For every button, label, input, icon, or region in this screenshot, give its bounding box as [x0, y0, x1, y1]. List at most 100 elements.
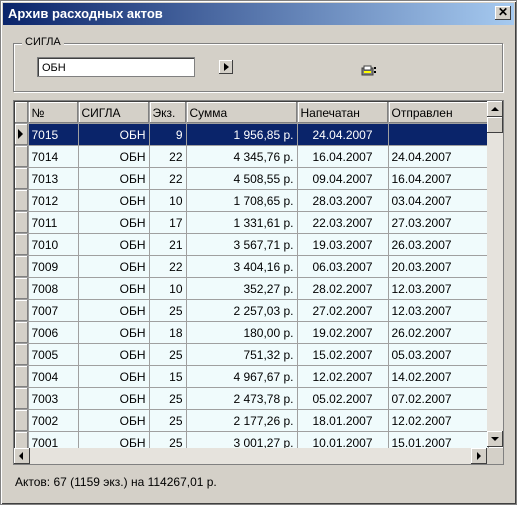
- cell-printed[interactable]: 16.04.2007: [297, 145, 389, 168]
- cell-copies[interactable]: 9: [149, 123, 187, 146]
- cell-sent[interactable]: [388, 123, 489, 146]
- scroll-right-button[interactable]: [471, 448, 487, 464]
- cell-printed[interactable]: 28.02.2007: [297, 277, 389, 300]
- cell-sum[interactable]: 4 967,67 р.: [186, 365, 298, 388]
- cell-sent[interactable]: 14.02.2007: [388, 365, 489, 388]
- row-indicator[interactable]: [15, 189, 29, 212]
- cell-printed[interactable]: 28.03.2007: [297, 189, 389, 212]
- cell-printed[interactable]: 18.01.2007: [297, 409, 389, 432]
- cell-copies[interactable]: 15: [149, 365, 187, 388]
- cell-number[interactable]: 7005: [28, 343, 79, 366]
- row-indicator[interactable]: [15, 409, 29, 432]
- scroll-thumb[interactable]: [487, 117, 503, 133]
- cell-sum[interactable]: 2 257,03 р.: [186, 299, 298, 322]
- cell-sigla[interactable]: ОБН: [78, 145, 150, 168]
- cell-number[interactable]: 7014: [28, 145, 79, 168]
- table-row[interactable]: 7009 ОБН 22 3 404,16 р. 06.03.2007 20.03.2007: [15, 255, 489, 278]
- cell-copies[interactable]: 22: [149, 145, 187, 168]
- row-indicator[interactable]: [15, 123, 29, 146]
- cell-sum[interactable]: 3 567,71 р.: [186, 233, 298, 256]
- horizontal-scrollbar[interactable]: [14, 448, 487, 464]
- cell-printed[interactable]: 09.04.2007: [297, 167, 389, 190]
- row-indicator[interactable]: [15, 211, 29, 234]
- scroll-up-button[interactable]: [487, 101, 503, 117]
- cell-copies[interactable]: 25: [149, 387, 187, 410]
- cell-copies[interactable]: 25: [149, 409, 187, 432]
- cell-number[interactable]: 7002: [28, 409, 79, 432]
- cell-sum[interactable]: 352,27 р.: [186, 277, 298, 300]
- row-indicator[interactable]: [15, 233, 29, 256]
- table-row[interactable]: 7013 ОБН 22 4 508,55 р. 09.04.2007 16.04.2007: [15, 167, 489, 190]
- cell-sigla[interactable]: ОБН: [78, 123, 150, 146]
- cell-sigla[interactable]: ОБН: [78, 343, 150, 366]
- cell-sent[interactable]: 12.03.2007: [388, 299, 489, 322]
- cell-sigla[interactable]: ОБН: [78, 365, 150, 388]
- table-row[interactable]: 7006 ОБН 18 180,00 р. 19.02.2007 26.02.2007: [15, 321, 489, 344]
- cell-sent[interactable]: 16.04.2007: [388, 167, 489, 190]
- table-row[interactable]: 7007 ОБН 25 2 257,03 р. 27.02.2007 12.03.2007: [15, 299, 489, 322]
- cell-sum[interactable]: 3 404,16 р.: [186, 255, 298, 278]
- row-indicator[interactable]: [15, 299, 29, 322]
- row-indicator[interactable]: [15, 387, 29, 410]
- cell-printed[interactable]: 22.03.2007: [297, 211, 389, 234]
- cell-sigla[interactable]: ОБН: [78, 387, 150, 410]
- cell-number[interactable]: 7006: [28, 321, 79, 344]
- cell-sum[interactable]: 1 331,61 р.: [186, 211, 298, 234]
- cell-sum[interactable]: 751,32 р.: [186, 343, 298, 366]
- column-header-printed[interactable]: Напечатан: [297, 102, 389, 124]
- column-header-copies[interactable]: Экз.: [149, 102, 187, 124]
- scroll-down-button[interactable]: [487, 431, 503, 447]
- cell-number[interactable]: 7011: [28, 211, 79, 234]
- table-row[interactable]: 7015 ОБН 9 1 956,85 р. 24.04.2007: [15, 123, 489, 146]
- cell-sigla[interactable]: ОБН: [78, 409, 150, 432]
- column-header-sent[interactable]: Отправлен: [388, 102, 489, 124]
- cell-printed[interactable]: 24.04.2007: [297, 123, 389, 146]
- cell-sent[interactable]: 12.02.2007: [388, 409, 489, 432]
- table-row[interactable]: 7008 ОБН 10 352,27 р. 28.02.2007 12.03.2007: [15, 277, 489, 300]
- cell-sum[interactable]: 2 177,26 р.: [186, 409, 298, 432]
- cell-number[interactable]: 7012: [28, 189, 79, 212]
- row-indicator[interactable]: [15, 167, 29, 190]
- cell-sigla[interactable]: ОБН: [78, 211, 150, 234]
- vertical-scrollbar[interactable]: [487, 101, 503, 447]
- cell-sent[interactable]: 05.03.2007: [388, 343, 489, 366]
- cell-printed[interactable]: 19.02.2007: [297, 321, 389, 344]
- cell-printed[interactable]: 27.02.2007: [297, 299, 389, 322]
- cell-sent[interactable]: 26.03.2007: [388, 233, 489, 256]
- cell-sent[interactable]: 26.02.2007: [388, 321, 489, 344]
- cell-number[interactable]: 7004: [28, 365, 79, 388]
- table-row[interactable]: 7002 ОБН 25 2 177,26 р. 18.01.2007 12.02.2007: [15, 409, 489, 432]
- close-button[interactable]: ✕: [495, 6, 511, 20]
- cell-printed[interactable]: 19.03.2007: [297, 233, 389, 256]
- table-row[interactable]: 7012 ОБН 10 1 708,65 р. 28.03.2007 03.04.2007: [15, 189, 489, 212]
- cell-printed[interactable]: 05.02.2007: [297, 387, 389, 410]
- cell-sigla[interactable]: ОБН: [78, 299, 150, 322]
- cell-sigla[interactable]: ОБН: [78, 255, 150, 278]
- row-indicator[interactable]: [15, 365, 29, 388]
- cell-sum[interactable]: 4 345,76 р.: [186, 145, 298, 168]
- cell-number[interactable]: 7015: [28, 123, 79, 146]
- row-indicator[interactable]: [15, 255, 29, 278]
- cell-copies[interactable]: 18: [149, 321, 187, 344]
- cell-copies[interactable]: 10: [149, 277, 187, 300]
- cell-sent[interactable]: 27.03.2007: [388, 211, 489, 234]
- table-row[interactable]: 7011 ОБН 17 1 331,61 р. 22.03.2007 27.03.2007: [15, 211, 489, 234]
- cell-number[interactable]: 7013: [28, 167, 79, 190]
- row-indicator[interactable]: [15, 321, 29, 344]
- acts-grid[interactable]: № СИГЛА Экз. Сумма Напечатан Отправлен 7…: [13, 100, 504, 465]
- table-row[interactable]: 7004 ОБН 15 4 967,67 р. 12.02.2007 14.02.2007: [15, 365, 489, 388]
- row-indicator[interactable]: [15, 343, 29, 366]
- cell-sent[interactable]: 03.04.2007: [388, 189, 489, 212]
- cell-copies[interactable]: 25: [149, 299, 187, 322]
- table-row[interactable]: 7014 ОБН 22 4 345,76 р. 16.04.2007 24.04.2007: [15, 145, 489, 168]
- cell-number[interactable]: 7010: [28, 233, 79, 256]
- cell-number[interactable]: 7009: [28, 255, 79, 278]
- cell-sum[interactable]: 180,00 р.: [186, 321, 298, 344]
- cell-sum[interactable]: 1 708,65 р.: [186, 189, 298, 212]
- cell-copies[interactable]: 21: [149, 233, 187, 256]
- cell-number[interactable]: 7003: [28, 387, 79, 410]
- cell-copies[interactable]: 10: [149, 189, 187, 212]
- cell-sum[interactable]: 1 956,85 р.: [186, 123, 298, 146]
- print-icon[interactable]: [361, 65, 377, 77]
- table-row[interactable]: 7005 ОБН 25 751,32 р. 15.02.2007 05.03.2007: [15, 343, 489, 366]
